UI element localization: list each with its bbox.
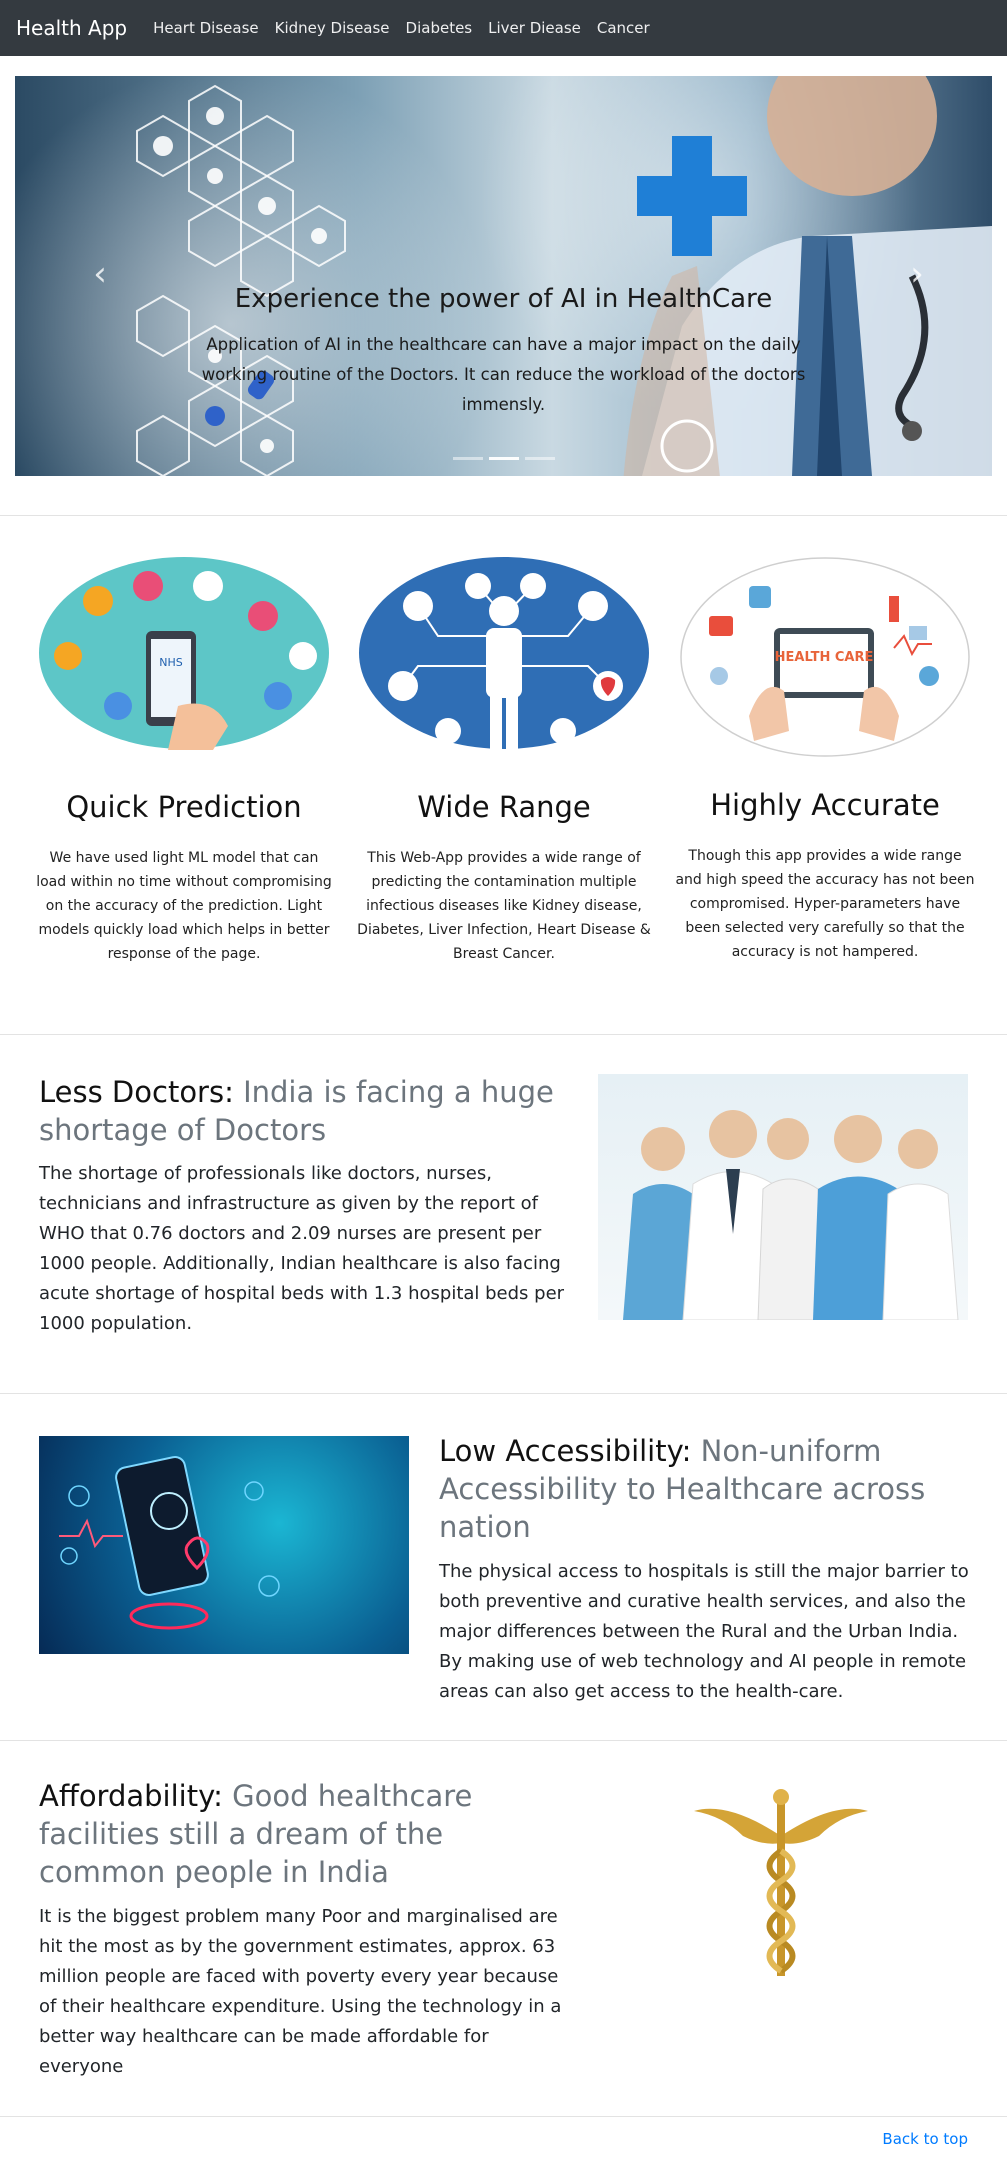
nav-link-diabetes[interactable]: Diabetes	[406, 19, 473, 37]
section-text: The shortage of professionals like docto…	[39, 1163, 565, 1334]
section-heading-strong: Low Accessibility	[439, 1434, 682, 1468]
divider	[0, 515, 1007, 516]
feature-text: Though this app provides a wide range an…	[675, 848, 975, 960]
nav-link-liver-disease[interactable]: Liver Diease	[488, 19, 581, 37]
carousel-indicator[interactable]	[452, 457, 483, 460]
nav-link-heart-disease[interactable]: Heart Disease	[153, 19, 259, 37]
section-heading: Less Doctors: India is facing a huge sho…	[39, 1075, 554, 1147]
feature-title: Highly Accurate	[710, 788, 940, 822]
section-text: The physical access to hospitals is stil…	[439, 1561, 969, 1702]
feature-title: Wide Range	[417, 790, 591, 824]
feature-title: Quick Prediction	[66, 790, 302, 824]
section-heading: Affordability: Good healthcare facilitie…	[39, 1779, 473, 1889]
section-heading-strong: Affordability	[39, 1779, 214, 1813]
divider	[0, 1034, 1007, 1035]
nhs-label: NHS	[159, 656, 183, 669]
disease-organs-illustration	[359, 557, 649, 750]
section-heading-strong: Less Doctors	[39, 1075, 225, 1109]
feature-wide-range: Wide Range This Web-App provides a wide …	[354, 556, 654, 966]
feature-quick-prediction: NHS Quick Prediction We have used light …	[34, 556, 334, 966]
brand-link[interactable]: Health App	[16, 16, 127, 40]
doctors-team-image	[598, 1074, 968, 1320]
section-text: It is the biggest problem many Poor and …	[39, 1906, 562, 2077]
mobile-health-image	[39, 1436, 409, 1654]
feature-text: We have used light ML model that can loa…	[36, 850, 332, 962]
health-care-label: HEALTH CARE	[775, 650, 874, 665]
divider	[0, 2116, 1007, 2117]
health-apps-illustration: NHS	[39, 557, 329, 750]
carousel-indicator[interactable]	[488, 457, 519, 460]
carousel-indicators	[15, 457, 992, 460]
health-care-tablet-illustration: HEALTH CARE	[680, 557, 970, 757]
carousel-indicator[interactable]	[524, 457, 555, 460]
feature-text: This Web-App provides a wide range of pr…	[357, 850, 651, 962]
caduceus-image	[688, 1781, 874, 1981]
carousel-caption-text: Application of AI in the healthcare can …	[201, 335, 806, 414]
nav-link-kidney-disease[interactable]: Kidney Disease	[275, 19, 390, 37]
navbar: Health App Heart Disease Kidney Disease …	[0, 0, 1007, 56]
carousel-caption-title: Experience the power of AI in HealthCare	[234, 284, 773, 314]
divider	[0, 1740, 1007, 1741]
nav-link-cancer[interactable]: Cancer	[597, 19, 650, 37]
feature-highly-accurate: HEALTH CARE Highly Accurate Though this …	[675, 556, 975, 964]
back-to-top-link[interactable]: Back to top	[882, 2130, 968, 2148]
divider	[0, 1393, 1007, 1394]
hero-carousel: ‹ › Experience the power of AI in Health…	[15, 76, 992, 476]
section-heading: Low Accessibility: Non-uniform Accessibi…	[439, 1434, 926, 1544]
